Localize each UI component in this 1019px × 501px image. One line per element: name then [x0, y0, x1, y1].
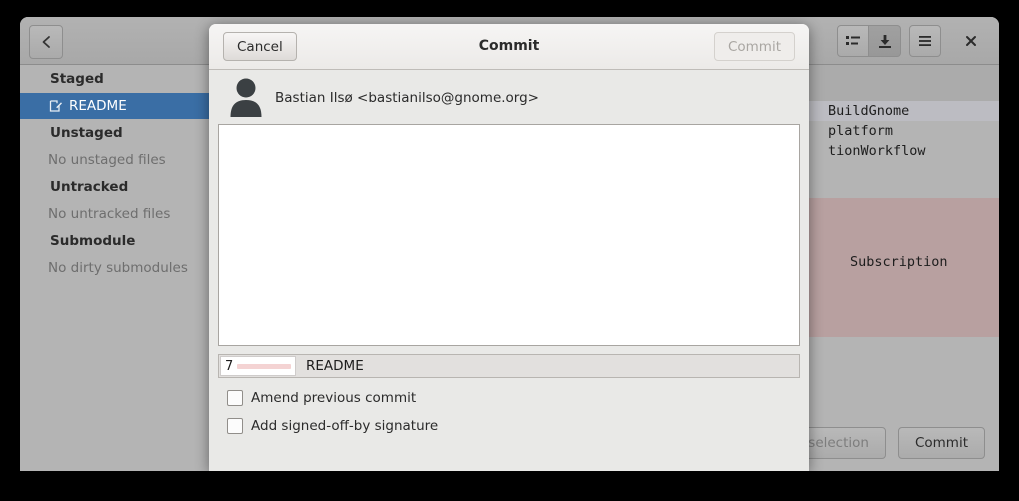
diff-stat-bar — [237, 363, 291, 369]
sidebar-empty-untracked: No untracked files — [20, 201, 215, 227]
download-button[interactable] — [869, 25, 901, 57]
author-name: Bastian Ilsø <bastianilso@gnome.org> — [275, 90, 539, 106]
amend-previous-commit-label: Amend previous commit — [251, 390, 417, 406]
close-window-button[interactable] — [955, 25, 987, 57]
add-signed-off-by-label: Add signed-off-by signature — [251, 418, 439, 434]
back-button[interactable] — [29, 25, 63, 59]
sidebar-empty-unstaged: No unstaged files — [20, 147, 215, 173]
sidebar-item-readme[interactable]: README — [20, 93, 215, 119]
sidebar-item-label: No untracked files — [48, 206, 171, 222]
menu-button[interactable] — [909, 25, 941, 57]
commit-dialog: Cancel Commit Commit Bastian Ilsø <basti… — [209, 24, 809, 471]
view-toggle-group — [837, 25, 901, 57]
sidebar-empty-submodule: No dirty submodules — [20, 255, 215, 281]
download-icon — [878, 34, 891, 48]
add-signed-off-by-checkbox[interactable] — [227, 418, 243, 434]
changes-sidebar: Staged README Unstaged No unstaged files… — [20, 65, 215, 471]
diff-stat-box: 7 — [220, 356, 296, 376]
screen: Staged README Unstaged No unstaged files… — [0, 0, 1019, 501]
close-icon — [966, 36, 976, 46]
amend-previous-commit-checkbox[interactable] — [227, 390, 243, 406]
chevron-left-icon — [42, 36, 50, 48]
diff-stat-filename: README — [306, 358, 364, 374]
sidebar-section-title: Unstaged — [50, 125, 123, 141]
edit-file-icon — [48, 98, 64, 114]
sidebar-item-label: README — [69, 98, 127, 114]
author-row: Bastian Ilsø <bastianilso@gnome.org> — [209, 70, 809, 124]
view-list-icon — [846, 36, 860, 45]
diff-stat-count: 7 — [225, 358, 234, 374]
diff-stat-row: 7 README — [218, 354, 800, 378]
amend-previous-commit-row[interactable]: Amend previous commit — [227, 390, 809, 406]
add-signed-off-by-row[interactable]: Add signed-off-by signature — [227, 418, 809, 434]
dialog-headerbar: Cancel Commit Commit — [209, 24, 809, 70]
sidebar-item-label: No unstaged files — [48, 152, 166, 168]
commit-button[interactable]: Commit — [897, 427, 985, 459]
sidebar-section-title: Submodule — [50, 233, 136, 249]
sidebar-item-label: No dirty submodules — [48, 260, 188, 276]
sidebar-section-title: Untracked — [50, 179, 129, 195]
dialog-commit-button[interactable]: Commit — [713, 32, 795, 61]
commit-message-input[interactable] — [218, 124, 800, 346]
avatar — [227, 75, 265, 121]
hamburger-icon — [919, 36, 931, 46]
sidebar-section-title: Staged — [50, 71, 104, 87]
headerbar-actions — [837, 25, 989, 57]
view-list-button[interactable] — [837, 25, 869, 57]
